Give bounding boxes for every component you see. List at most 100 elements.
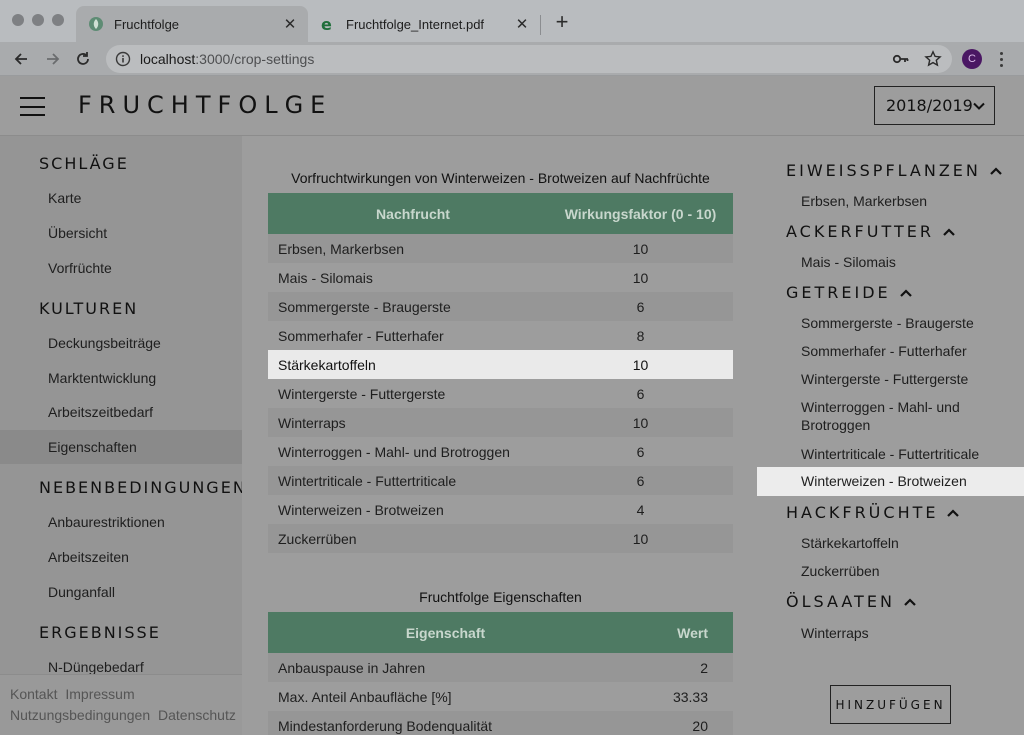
sidebar-item-marktentwicklung[interactable]: Marktentwicklung <box>0 361 242 395</box>
group-title: HACKFRÜCHTE <box>786 503 939 522</box>
table-cell-value: 6 <box>548 437 733 466</box>
url-path: :3000/crop-settings <box>195 51 315 67</box>
group-title: EIWEISSPFLANZEN <box>786 161 981 180</box>
tab-close-icon[interactable]: ✕ <box>510 15 534 33</box>
table-row[interactable]: Winterweizen - Brotweizen 4 <box>268 495 733 524</box>
sidebar-item-dunganfall[interactable]: Dunganfall <box>0 575 242 609</box>
tab-title: Fruchtfolge <box>114 16 180 32</box>
group-header-eiweisspflanzen[interactable]: EIWEISSPFLANZEN <box>786 161 1003 180</box>
column-header-wirkungsfaktor[interactable]: Wirkungsfaktor (0 - 10) <box>548 193 733 234</box>
info-icon[interactable] <box>115 51 131 67</box>
footer-link-impressum[interactable]: Impressum <box>65 686 134 702</box>
table-row[interactable]: Mindestanforderung Bodenqualität 20 <box>268 711 733 735</box>
sidebar-item-anbaurestriktionen[interactable]: Anbaurestriktionen <box>0 505 242 539</box>
table-row[interactable]: Erbsen, Markerbsen 10 <box>268 234 733 263</box>
table-row[interactable]: Mais - Silomais 10 <box>268 263 733 292</box>
bookmark-star-icon[interactable] <box>922 48 944 70</box>
group-header-oelsaaten[interactable]: ÖLSAATEN <box>786 592 917 611</box>
chevron-up-icon <box>904 597 916 606</box>
chevron-up-icon <box>943 227 955 236</box>
crop-item-erbsen[interactable]: Erbsen, Markerbsen <box>757 192 1024 210</box>
column-header-wert[interactable]: Wert <box>613 612 733 653</box>
table-row[interactable]: Anbauspause in Jahren 2 <box>268 653 733 682</box>
table-cell-name: Sommergerste - Braugerste <box>268 292 548 321</box>
brand-title: FRUCHTFOLGE <box>78 91 333 119</box>
footer-link-nutzungsbedingungen[interactable]: Nutzungsbedingungen <box>10 707 150 723</box>
sidebar-item-vorfruechte[interactable]: Vorfrüchte <box>0 251 242 285</box>
sidebar: SCHLÄGE Karte Übersicht Vorfrüchte KULTU… <box>0 136 245 735</box>
window-close-dot[interactable] <box>12 14 24 26</box>
group-header-hackfruechte[interactable]: HACKFRÜCHTE <box>786 503 960 522</box>
column-header-nachfrucht[interactable]: Nachfrucht <box>268 193 548 234</box>
crop-item-winterweizen[interactable]: Winterweizen - Brotweizen <box>757 467 1024 496</box>
table2-caption: Fruchtfolge Eigenschaften <box>419 589 582 605</box>
sidebar-section-ergebnisse: ERGEBNISSE <box>39 623 161 642</box>
sidebar-item-arbeitszeitbedarf[interactable]: Arbeitszeitbedarf <box>0 395 242 429</box>
sidebar-item-uebersicht[interactable]: Übersicht <box>0 216 242 250</box>
table-cell-value: 20 <box>613 711 733 735</box>
browser-tab-pdf[interactable]: e Fruchtfolge_Internet.pdf ✕ <box>308 6 540 42</box>
browser-menu-icon[interactable] <box>994 49 1008 69</box>
edge-favicon-icon: e <box>320 16 336 32</box>
column-header-eigenschaft[interactable]: Eigenschaft <box>268 612 613 653</box>
sidebar-item-eigenschaften[interactable]: Eigenschaften <box>0 430 242 464</box>
sidebar-item-arbeitszeiten[interactable]: Arbeitszeiten <box>0 540 242 574</box>
crop-item-winterroggen[interactable]: Winterroggen - Mahl- und Brotroggen <box>757 398 987 434</box>
sidebar-item-deckungsbeitraege[interactable]: Deckungsbeiträge <box>0 326 242 360</box>
tab-close-icon[interactable]: ✕ <box>278 15 302 33</box>
year-select-value: 2018/2019 <box>886 96 973 115</box>
back-arrow-icon[interactable] <box>10 48 32 70</box>
table-row[interactable]: Winterraps 10 <box>268 408 733 437</box>
crop-item-staerkekartoffeln[interactable]: Stärkekartoffeln <box>757 534 1024 552</box>
new-tab-icon[interactable]: + <box>550 10 574 34</box>
footer-link-datenschutz[interactable]: Datenschutz <box>158 707 236 723</box>
table-cell-name: Winterweizen - Brotweizen <box>268 495 548 524</box>
hamburger-menu-icon[interactable] <box>20 97 45 116</box>
crop-item-mais[interactable]: Mais - Silomais <box>757 253 1024 271</box>
add-crop-button[interactable]: HINZUFÜGEN <box>830 685 951 724</box>
chevron-up-icon <box>899 288 912 297</box>
sidebar-item-karte[interactable]: Karte <box>0 181 242 215</box>
group-title: ACKERFUTTER <box>786 222 934 241</box>
group-header-ackerfutter[interactable]: ACKERFUTTER <box>786 222 956 241</box>
key-icon[interactable] <box>890 48 912 70</box>
chevron-up-icon <box>947 508 960 517</box>
window-maximize-dot[interactable] <box>52 14 64 26</box>
crop-item-wintertriticale[interactable]: Wintertriticale - Futtertriticale <box>757 445 1024 463</box>
profile-avatar[interactable]: C <box>962 49 982 69</box>
year-select[interactable]: 2018/2019 <box>874 86 995 125</box>
footer-link-kontakt[interactable]: Kontakt <box>10 686 57 702</box>
table-cell-value: 6 <box>548 292 733 321</box>
table-cell-name: Sommerhafer - Futterhafer <box>268 321 548 350</box>
table-cell-name: Winterraps <box>268 408 548 437</box>
crop-item-sommerhafer[interactable]: Sommerhafer - Futterhafer <box>757 342 1024 360</box>
forward-arrow-icon[interactable] <box>42 48 64 70</box>
table-row[interactable]: Wintertriticale - Futtertriticale 6 <box>268 466 733 495</box>
table-row[interactable]: Winterroggen - Mahl- und Brotroggen 6 <box>268 437 733 466</box>
crop-item-sommergerste[interactable]: Sommergerste - Braugerste <box>757 314 1024 332</box>
table-row[interactable]: Max. Anteil Anbaufläche [%] 33.33 <box>268 682 733 711</box>
address-bar[interactable]: localhost:3000/crop-settings <box>106 45 952 73</box>
table-cell-value: 10 <box>548 350 733 379</box>
crop-item-winterraps[interactable]: Winterraps <box>757 624 1024 642</box>
table-row[interactable]: Wintergerste - Futtergerste 6 <box>268 379 733 408</box>
table-cell-name: Max. Anteil Anbaufläche [%] <box>268 682 613 711</box>
table-row[interactable]: Sommergerste - Braugerste 6 <box>268 292 733 321</box>
crop-item-wintergerste[interactable]: Wintergerste - Futtergerste <box>757 370 1024 388</box>
crop-item-zuckerrueben[interactable]: Zuckerrüben <box>757 562 1024 580</box>
group-header-getreide[interactable]: GETREIDE <box>786 283 913 302</box>
chevron-up-icon <box>990 166 1002 175</box>
table-row[interactable]: Stärkekartoffeln 10 <box>268 350 733 379</box>
reload-icon[interactable] <box>72 48 94 70</box>
table-row[interactable]: Zuckerrüben 10 <box>268 524 733 553</box>
window-minimize-dot[interactable] <box>32 14 44 26</box>
app-header: FRUCHTFOLGE 2018/2019 <box>0 76 1024 136</box>
browser-toolbar: localhost:3000/crop-settings C <box>0 42 1024 76</box>
main-content: Vorfruchtwirkungen von Winterweizen - Br… <box>242 136 757 735</box>
table-cell-name: Mindestanforderung Bodenqualität <box>268 711 613 735</box>
table-cell-value: 4 <box>548 495 733 524</box>
table-row[interactable]: Sommerhafer - Futterhafer 8 <box>268 321 733 350</box>
crop-list-panel: EIWEISSPFLANZEN Erbsen, Markerbsen ACKER… <box>757 136 1024 735</box>
chevron-down-icon <box>973 102 985 110</box>
browser-tab-fruchtfolge[interactable]: Fruchtfolge ✕ <box>76 6 308 42</box>
